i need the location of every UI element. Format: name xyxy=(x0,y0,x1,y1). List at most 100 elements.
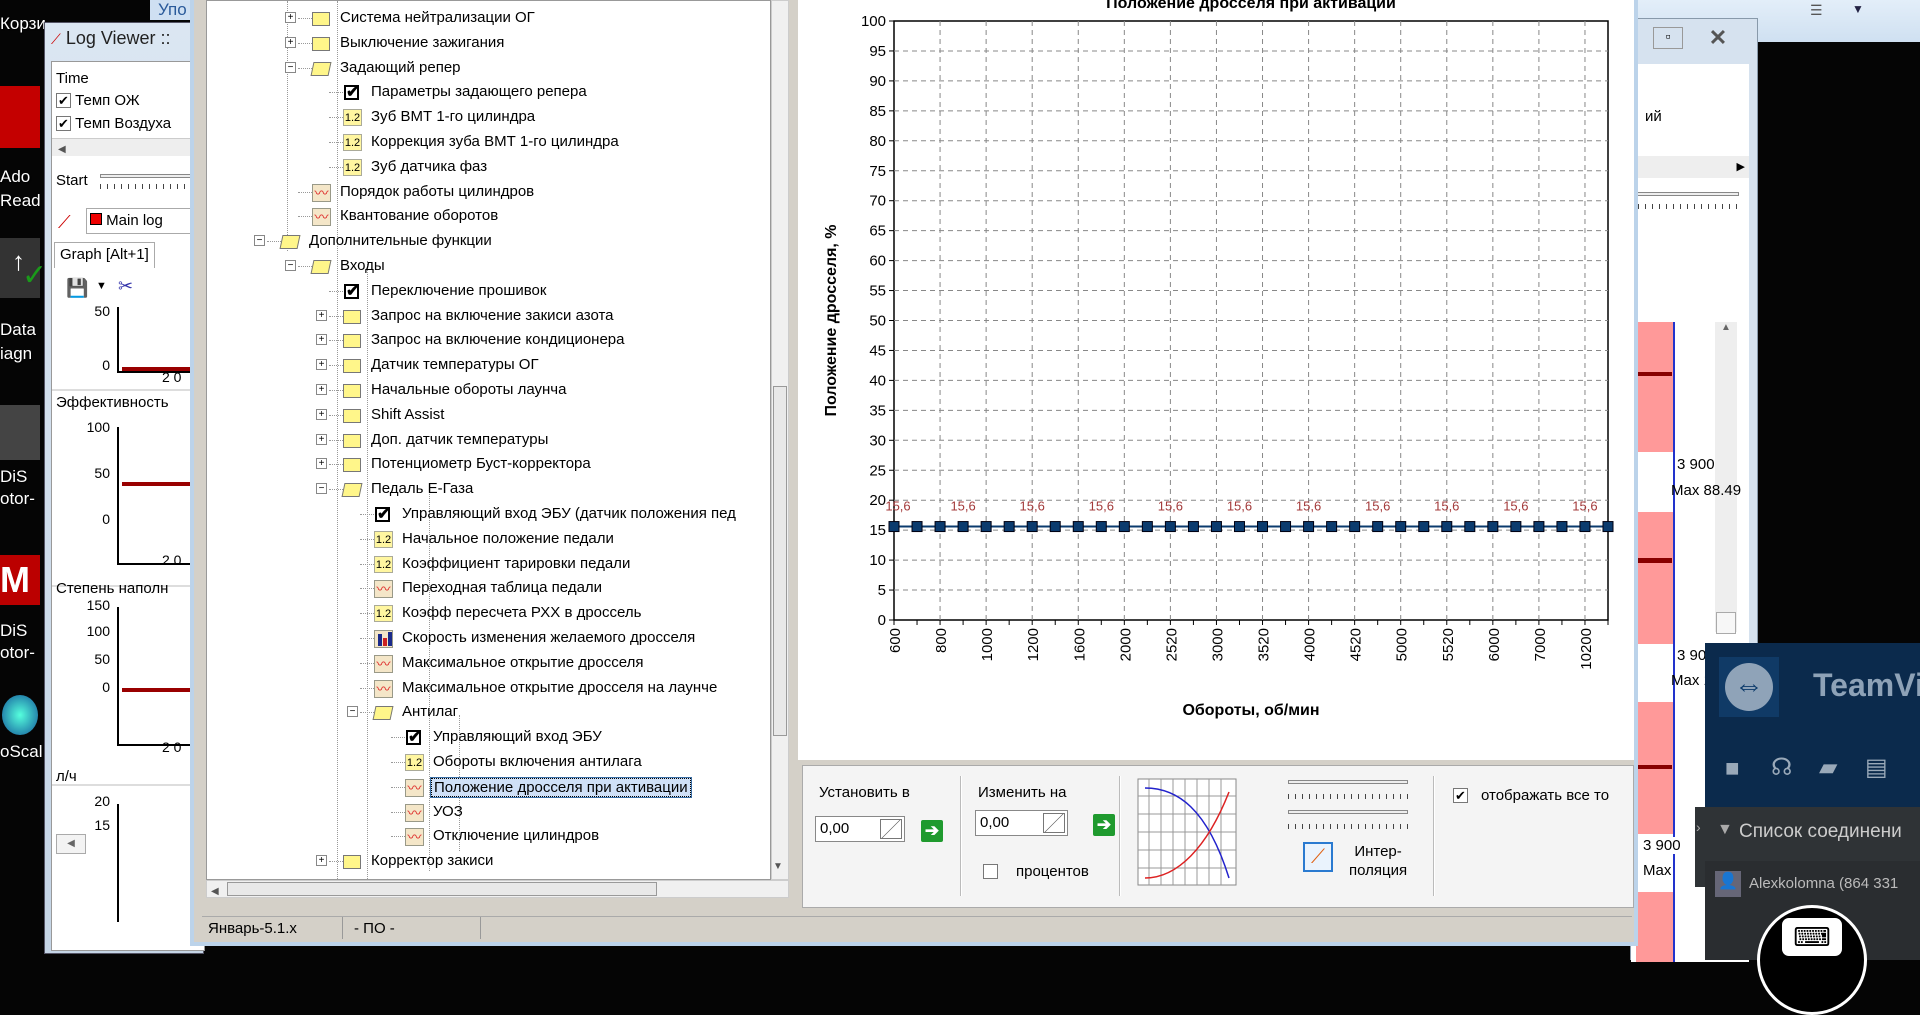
desktop-icon-oscal-label[interactable]: oScal xyxy=(0,742,43,762)
tree-item[interactable]: 1.2 Зуб ВМТ 1-го цилиндра xyxy=(207,105,770,129)
collapse-icon[interactable]: − xyxy=(316,483,327,495)
tree-item[interactable]: 1.2 Зуб датчика фаз xyxy=(207,155,770,179)
set-value-spinner[interactable] xyxy=(880,819,902,839)
graphs-scroll-left[interactable]: ◀ xyxy=(56,834,86,854)
data-diagnostic-icon[interactable]: ↑ ✓ xyxy=(0,238,47,298)
expand-icon[interactable]: + xyxy=(316,359,327,371)
tree-item[interactable]: 〰 Максимальное открытие дросселя xyxy=(207,651,770,675)
right-hscrollbar[interactable]: ▶ xyxy=(1631,156,1749,178)
tree-item[interactable]: + Shift Assist xyxy=(207,403,770,427)
contact-item[interactable]: Alexkolomna (864 331 xyxy=(1749,875,1898,892)
save-icon[interactable]: 💾 xyxy=(66,278,88,299)
tree-item[interactable]: 〰 УОЗ xyxy=(207,800,770,824)
percent-checkbox[interactable] xyxy=(983,864,998,879)
tree-item[interactable]: − Антилаг xyxy=(207,700,770,724)
tree-item[interactable]: + Выключение зажигания xyxy=(207,31,770,55)
tree-vscrollbar-thumb[interactable] xyxy=(773,386,787,736)
desktop-icon-adobe-label[interactable]: Ado Read xyxy=(0,165,41,213)
connections-header[interactable]: ▼ Список соединени xyxy=(1705,807,1920,861)
headset-icon[interactable]: ☊ xyxy=(1771,753,1792,782)
diso-icon[interactable] xyxy=(0,405,40,460)
tree-item[interactable]: + Запрос на включение кондиционера xyxy=(207,328,770,352)
cut-icon[interactable]: ✂ xyxy=(118,276,133,297)
tree-item[interactable]: ✔ Управляющий вход ЭБУ (датчик положения … xyxy=(207,502,770,526)
set-value-input[interactable]: 0,00 xyxy=(815,816,905,842)
tree-item[interactable]: − Задающий репер xyxy=(207,56,770,80)
collapse-icon[interactable]: − xyxy=(347,706,358,718)
tree-item[interactable]: 〰 Переходная таблица педали xyxy=(207,576,770,600)
desktop-icon-diso-label[interactable]: DiS otor- xyxy=(0,466,35,510)
tree-item[interactable]: 1.2 Начальное положение педали xyxy=(207,527,770,551)
tree-item[interactable]: 1.2 Коэффициент тарировки педали xyxy=(207,552,770,576)
expand-icon[interactable]: + xyxy=(285,12,296,23)
keyboard-button[interactable]: ⌨ xyxy=(1757,905,1867,1015)
change-value-input[interactable]: 0,00 xyxy=(975,810,1068,836)
adobe-reader-icon[interactable] xyxy=(0,86,40,148)
tree-item[interactable]: Скорость изменения желаемого дросселя xyxy=(207,626,770,650)
dropdown-arrow-icon[interactable]: ▼ xyxy=(96,280,107,292)
tree-item[interactable]: 1.2 Коэфф пересчета РХХ в дроссель xyxy=(207,601,770,625)
tree-item[interactable]: ✔ Управляющий вход ЭБУ xyxy=(207,725,770,749)
channel-item[interactable]: ✔ Темп Воздуха xyxy=(56,115,171,132)
tree-item[interactable]: 〰 Отключение цилиндров xyxy=(207,824,770,848)
interp-slider-2[interactable] xyxy=(1288,810,1408,814)
tree-item[interactable]: ✔ Параметры задающего репера xyxy=(207,80,770,104)
chat-icon[interactable]: ▰ xyxy=(1819,753,1837,782)
expand-icon[interactable]: + xyxy=(316,458,327,470)
tree-item[interactable]: − Входы xyxy=(207,254,770,278)
panel-toggle[interactable]: › xyxy=(1695,807,1705,887)
expand-icon[interactable]: + xyxy=(316,408,327,420)
tree-item[interactable]: + Потенциометр Буст-корректора xyxy=(207,452,770,476)
tree-item[interactable]: 1.2 Коррекция зуба ВМТ 1-го цилиндра xyxy=(207,130,770,154)
view-dropdown-icon[interactable]: ▼ xyxy=(1852,2,1864,16)
expand-icon[interactable]: + xyxy=(316,309,327,321)
tree-item[interactable]: ✔ Переключение прошивок xyxy=(207,279,770,303)
tree-item[interactable]: + Начальные обороты лаунча xyxy=(207,378,770,402)
throttle-chart[interactable]: 0 5 10 15 20 25 30 35 40 45 50 55 60 65 70 75 80 85 90 95 10… xyxy=(798,0,1634,760)
graph-settings-icon[interactable]: ⟋ xyxy=(58,212,71,233)
files-icon[interactable]: ▤ xyxy=(1865,753,1888,782)
close-button[interactable]: ✕ xyxy=(1691,25,1745,51)
channel-checkbox[interactable]: ✔ xyxy=(56,116,71,131)
tree-item[interactable]: 〰 Максимальное открытие дросселя на лаунч… xyxy=(207,676,770,700)
collapse-icon[interactable]: − xyxy=(254,235,265,247)
tree-item[interactable]: + Доп. датчик температуры xyxy=(207,428,770,452)
expand-icon[interactable]: + xyxy=(316,384,327,395)
globe-icon[interactable] xyxy=(2,695,38,735)
tree-vscrollbar[interactable]: ▼ xyxy=(771,0,789,880)
tree-hscrollbar[interactable]: ◀ xyxy=(206,880,789,898)
tree-item[interactable]: + Система нейтрализации ОГ xyxy=(207,6,770,30)
desktop-icon-diso2-label[interactable]: DiS otor- xyxy=(0,620,35,664)
expand-icon[interactable]: + xyxy=(316,855,327,867)
collapse-icon[interactable]: − xyxy=(285,260,296,271)
tree-item[interactable]: 〰 Положение дросселя при активации xyxy=(207,775,770,799)
tree-item[interactable]: − Дополнительные функции xyxy=(207,229,770,253)
channel-checkbox[interactable]: ✔ xyxy=(56,93,71,108)
tree-item[interactable]: + Датчик температуры ОГ xyxy=(207,353,770,377)
desktop-icon-data-label[interactable]: Data iagn xyxy=(0,318,36,366)
curve-shape-icon[interactable] xyxy=(1137,778,1237,888)
expand-icon[interactable]: + xyxy=(316,334,327,346)
collapse-icon[interactable]: − xyxy=(285,61,296,73)
tree-item[interactable]: 1.2 Обороты включения антилага xyxy=(207,750,770,774)
interp-slider-1[interactable] xyxy=(1288,780,1408,784)
channel-item[interactable]: ✔ Темп ОЖ xyxy=(56,92,140,109)
interpolation-icon[interactable]: ⟋ xyxy=(1303,842,1333,872)
tree-item[interactable]: 〰 Квантование оборотов xyxy=(207,204,770,228)
desktop-icon-recycle-bin[interactable]: Корзи xyxy=(0,14,46,34)
right-vscrollbar[interactable]: ▲ xyxy=(1715,322,1737,634)
interpolation-label[interactable]: Интер- поляция xyxy=(1349,842,1407,880)
tree-item[interactable]: + Запрос на включение закиси азота xyxy=(207,304,770,328)
show-all-checkbox[interactable]: ✔ xyxy=(1453,788,1468,803)
tree-hscrollbar-thumb[interactable] xyxy=(227,882,657,896)
expand-icon[interactable]: + xyxy=(316,433,327,445)
change-value-spinner[interactable] xyxy=(1043,813,1065,833)
apply-change-button[interactable]: ➔ xyxy=(1093,814,1115,836)
motor-icon[interactable]: M xyxy=(0,555,40,605)
tree-item[interactable]: − Педаль Е-Газа xyxy=(207,477,770,501)
apply-set-button[interactable]: ➔ xyxy=(921,820,943,842)
expand-icon[interactable]: + xyxy=(285,36,296,48)
maximize-button[interactable]: ▫ xyxy=(1653,27,1683,49)
tree-item[interactable]: + Корректор закиси xyxy=(207,849,770,873)
scroll-down-icon[interactable]: ▼ xyxy=(773,861,783,872)
